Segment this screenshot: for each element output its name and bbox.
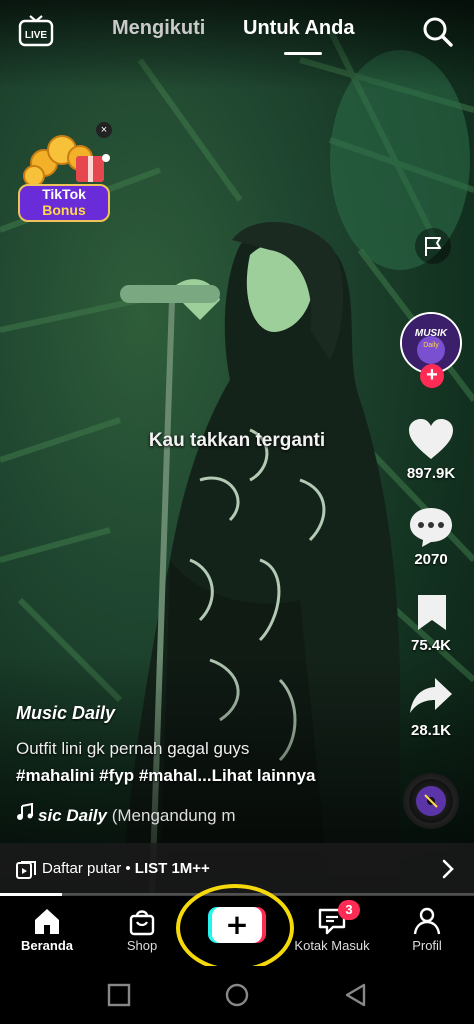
system-navigation-bar [0, 966, 474, 1024]
comment-button[interactable] [408, 505, 454, 549]
top-bar: LIVE Mengikuti Untuk Anda [0, 0, 474, 62]
music-note-icon [16, 803, 38, 826]
flag-icon [425, 237, 441, 256]
live-tv-icon: LIVE [18, 15, 54, 47]
close-bonus-button[interactable]: × [96, 122, 112, 138]
video-description: Outfit lini gk pernah gagal guys [16, 739, 250, 758]
search-button[interactable] [420, 14, 454, 48]
back-triangle-icon[interactable] [343, 982, 369, 1008]
svg-text:Daily: Daily [423, 342, 439, 349]
like-button[interactable] [406, 417, 456, 463]
nav-profile[interactable]: Profil [382, 896, 472, 962]
chevron-right-icon [442, 859, 454, 879]
sound-link[interactable]: sic Daily (Mengandung m [16, 803, 256, 827]
shopping-bag-icon [129, 910, 155, 936]
tab-following[interactable]: Mengikuti [112, 17, 205, 40]
live-button[interactable]: LIVE [18, 12, 54, 48]
share-count: 28.1K [410, 722, 452, 739]
bookmark-icon [418, 595, 446, 630]
playlist-icon [16, 861, 36, 879]
bonus-label[interactable]: TikTok Bonus [18, 184, 110, 222]
like-count: 897.9K [406, 465, 456, 482]
bonus-label-line2: Bonus [42, 202, 86, 218]
nav-inbox-label: Kotak Masuk [294, 938, 370, 953]
recents-square-icon[interactable] [106, 982, 132, 1008]
playlist-label: Daftar putar • LIST 1M++ [42, 860, 210, 877]
nav-home-label: Beranda [20, 938, 74, 953]
comment-count: 2070 [414, 551, 448, 568]
sound-name: sic Daily [38, 806, 107, 825]
share-arrow-icon [410, 678, 452, 713]
profile-icon [413, 907, 441, 935]
follow-button[interactable]: + [420, 364, 444, 388]
share-button[interactable] [408, 676, 454, 716]
bonus-label-line1: TikTok [42, 186, 86, 202]
creator-username[interactable]: Music Daily [16, 703, 115, 724]
search-icon [423, 17, 453, 47]
hashtags[interactable]: #mahalini #fyp #mahal... [16, 766, 212, 785]
heart-icon [409, 419, 453, 459]
nav-shop-label: Shop [126, 938, 158, 953]
comment-bubble-icon [410, 508, 452, 547]
save-count: 75.4K [410, 637, 452, 654]
highlight-ring [176, 884, 294, 972]
save-button[interactable] [412, 592, 452, 632]
nav-profile-label: Profil [412, 938, 442, 953]
nav-shop[interactable]: Shop [97, 896, 187, 962]
inbox-badge: 3 [338, 900, 360, 920]
nav-inbox[interactable]: Kotak Masuk [287, 896, 377, 962]
svg-text:MUSIK: MUSIK [415, 328, 448, 339]
playlist-prefix: Daftar putar • [42, 860, 135, 877]
hashtags-line: #mahalini #fyp #mahal...Lihat lainnya [16, 766, 316, 786]
nav-home[interactable]: Beranda [2, 896, 92, 962]
report-button[interactable] [415, 228, 451, 264]
home-icon [35, 909, 59, 934]
home-circle-icon[interactable] [224, 982, 250, 1008]
lyric-overlay: Kau takkan terganti [148, 430, 326, 451]
svg-text:LIVE: LIVE [25, 30, 48, 41]
see-more-link[interactable]: Lihat lainnya [212, 766, 316, 785]
active-tab-indicator [284, 52, 322, 55]
playlist-name: LIST 1M++ [134, 860, 210, 877]
music-disc-icon [416, 786, 446, 816]
sound-disc-button[interactable] [403, 773, 459, 829]
sound-extra: (Mengandung m [107, 806, 236, 825]
tab-for-you[interactable]: Untuk Anda [243, 17, 354, 40]
